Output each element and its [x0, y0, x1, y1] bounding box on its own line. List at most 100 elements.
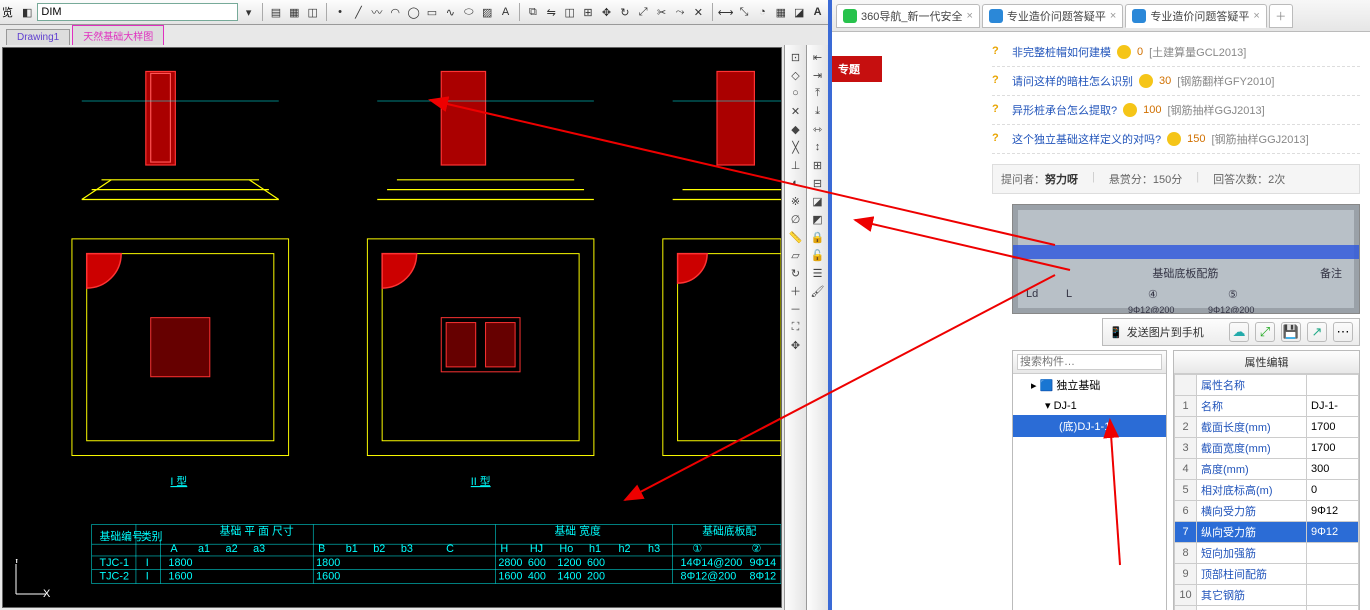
- offset-icon[interactable]: ◫: [561, 3, 577, 21]
- spline-icon[interactable]: ∿: [442, 3, 458, 21]
- prop-row[interactable]: 2截面长度(mm)1700: [1175, 417, 1359, 438]
- table-icon[interactable]: ▦: [773, 3, 789, 21]
- tree-node-dj1-1[interactable]: (底)DJ-1-1: [1013, 415, 1166, 437]
- paint-icon[interactable]: 🖌: [809, 283, 827, 299]
- drawing-canvas[interactable]: I 型 II 型 基础编号 类别 基础 平 面 尺寸: [2, 47, 782, 608]
- send-back-icon[interactable]: ◩: [809, 211, 827, 227]
- prop-row[interactable]: 10其它钢筋: [1175, 585, 1359, 606]
- browser-tab-2[interactable]: 专业造价问题答疑平 ×: [1125, 4, 1266, 28]
- layer-props-icon[interactable]: ▦: [286, 3, 302, 21]
- point-icon[interactable]: •: [332, 3, 348, 21]
- expand-icon[interactable]: ⤢: [1255, 322, 1275, 342]
- snap-tan-icon[interactable]: ◐: [787, 175, 805, 191]
- prop-row[interactable]: 3截面宽度(mm)1700: [1175, 438, 1359, 459]
- tree-node-dj1[interactable]: ▾ DJ-1: [1013, 396, 1166, 415]
- ungroup-icon[interactable]: ⊟: [809, 175, 827, 191]
- close-icon[interactable]: ×: [966, 10, 972, 22]
- refresh-icon[interactable]: ↻: [787, 265, 805, 281]
- hatch-icon[interactable]: ▨: [479, 3, 495, 21]
- attached-photo[interactable]: 基础底板配筋 备注 Ld L ④ ⑤ 9Φ12@200 9Φ12@200: [1012, 204, 1360, 314]
- layer-states-icon[interactable]: ◫: [305, 3, 321, 21]
- tree-root[interactable]: ▸ 🟦 独立基础: [1013, 374, 1166, 396]
- tab-foundation[interactable]: 天然基础大样图: [72, 25, 164, 45]
- align-bottom-icon[interactable]: ⤓: [809, 103, 827, 119]
- unlock-icon[interactable]: 🔓: [809, 247, 827, 263]
- scale-icon[interactable]: ⤢: [635, 3, 651, 21]
- dim-linear-icon[interactable]: ⟷: [717, 3, 733, 21]
- snap-quad-icon[interactable]: ◆: [787, 121, 805, 137]
- qa-link[interactable]: 请问这样的暗柱怎么识别: [1012, 73, 1133, 89]
- layers-icon[interactable]: ▤: [268, 3, 284, 21]
- dim-radius-icon[interactable]: ◔: [754, 3, 770, 21]
- bring-front-icon[interactable]: ◪: [809, 193, 827, 209]
- align-left-icon[interactable]: ⇤: [809, 49, 827, 65]
- svg-text:类别: 类别: [141, 529, 163, 543]
- new-tab-button[interactable]: ＋: [1269, 4, 1293, 28]
- measure-icon[interactable]: 📏: [787, 229, 805, 245]
- arc-icon[interactable]: ◠: [387, 3, 403, 21]
- zoom-out-icon[interactable]: －: [787, 301, 805, 317]
- command-input[interactable]: [37, 3, 238, 21]
- snap-end-icon[interactable]: ⊡: [787, 49, 805, 65]
- browser-tab-0[interactable]: 360导航_新一代安全 ×: [836, 4, 980, 28]
- array-icon[interactable]: ⊞: [580, 3, 596, 21]
- snap-perp-icon[interactable]: ⊥: [787, 157, 805, 173]
- cloud-icon[interactable]: ☁: [1229, 322, 1249, 342]
- tab-drawing1[interactable]: Drawing1: [6, 29, 70, 45]
- rect-icon[interactable]: ▭: [424, 3, 440, 21]
- lock-icon[interactable]: 🔒: [809, 229, 827, 245]
- snap-node-icon[interactable]: ✕: [787, 103, 805, 119]
- line-icon[interactable]: ╱: [350, 3, 366, 21]
- rotate-icon[interactable]: ↻: [617, 3, 633, 21]
- close-icon[interactable]: ×: [1253, 10, 1259, 22]
- close-icon[interactable]: ×: [1110, 10, 1116, 22]
- group-icon[interactable]: ⊞: [809, 157, 827, 173]
- snap-near-icon[interactable]: ※: [787, 193, 805, 209]
- dropdown-icon[interactable]: ▾: [240, 3, 256, 21]
- dim-aligned-icon[interactable]: ⤡: [736, 3, 752, 21]
- qa-link[interactable]: 非完整桩帽如何建模: [1012, 44, 1111, 60]
- prop-row[interactable]: 8短向加强筋: [1175, 543, 1359, 564]
- props-icon[interactable]: ☰: [809, 265, 827, 281]
- prop-row[interactable]: 5相对底标高(m)0: [1175, 480, 1359, 501]
- font-icon[interactable]: A: [809, 3, 825, 21]
- dist-h-icon[interactable]: ⇿: [809, 121, 827, 137]
- history-icon[interactable]: ◧: [19, 3, 35, 21]
- tree-search-input[interactable]: [1017, 354, 1162, 370]
- move-icon[interactable]: ✥: [598, 3, 614, 21]
- more-icon[interactable]: ⋯: [1333, 322, 1353, 342]
- snap-int-icon[interactable]: ╳: [787, 139, 805, 155]
- align-right-icon[interactable]: ⇥: [809, 67, 827, 83]
- zoom-in-icon[interactable]: ＋: [787, 283, 805, 299]
- share-icon[interactable]: ↗: [1307, 322, 1327, 342]
- align-top-icon[interactable]: ⤒: [809, 85, 827, 101]
- text-icon[interactable]: A: [497, 3, 513, 21]
- qa-tag: [钢筋抽样GGJ2013]: [1167, 102, 1264, 118]
- prop-row[interactable]: 6横向受力筋9Φ12: [1175, 501, 1359, 522]
- prop-row[interactable]: 11备注: [1175, 606, 1359, 610]
- block-icon[interactable]: ◪: [791, 3, 807, 21]
- snap-mid-icon[interactable]: ◇: [787, 67, 805, 83]
- area-icon[interactable]: ▱: [787, 247, 805, 263]
- pan-icon[interactable]: ✥: [787, 337, 805, 353]
- prop-row[interactable]: 9顶部柱间配筋: [1175, 564, 1359, 585]
- save-icon[interactable]: 💾: [1281, 322, 1301, 342]
- trim-icon[interactable]: ✂: [653, 3, 669, 21]
- qa-link[interactable]: 异形桩承台怎么提取?: [1012, 102, 1117, 118]
- zoom-ext-icon[interactable]: ⛶: [787, 319, 805, 335]
- prop-row[interactable]: 1名称DJ-1-: [1175, 396, 1359, 417]
- snap-none-icon[interactable]: ∅: [787, 211, 805, 227]
- circle-icon[interactable]: ◯: [405, 3, 421, 21]
- snap-center-icon[interactable]: ○: [787, 85, 805, 101]
- prop-row-selected[interactable]: 7纵向受力筋9Φ12: [1175, 522, 1359, 543]
- qa-link[interactable]: 这个独立基础这样定义的对吗?: [1012, 131, 1161, 147]
- dist-v-icon[interactable]: ↕: [809, 139, 827, 155]
- browser-tab-1[interactable]: 专业造价问题答疑平 ×: [982, 4, 1123, 28]
- ellipse-icon[interactable]: ⬭: [461, 3, 477, 21]
- mirror-icon[interactable]: ⇋: [543, 3, 559, 21]
- extend-icon[interactable]: ⤳: [672, 3, 688, 21]
- prop-row[interactable]: 4高度(mm)300: [1175, 459, 1359, 480]
- erase-icon[interactable]: ✕: [690, 3, 706, 21]
- polyline-icon[interactable]: 〰: [369, 3, 385, 21]
- copy-icon[interactable]: ⧉: [525, 3, 541, 21]
